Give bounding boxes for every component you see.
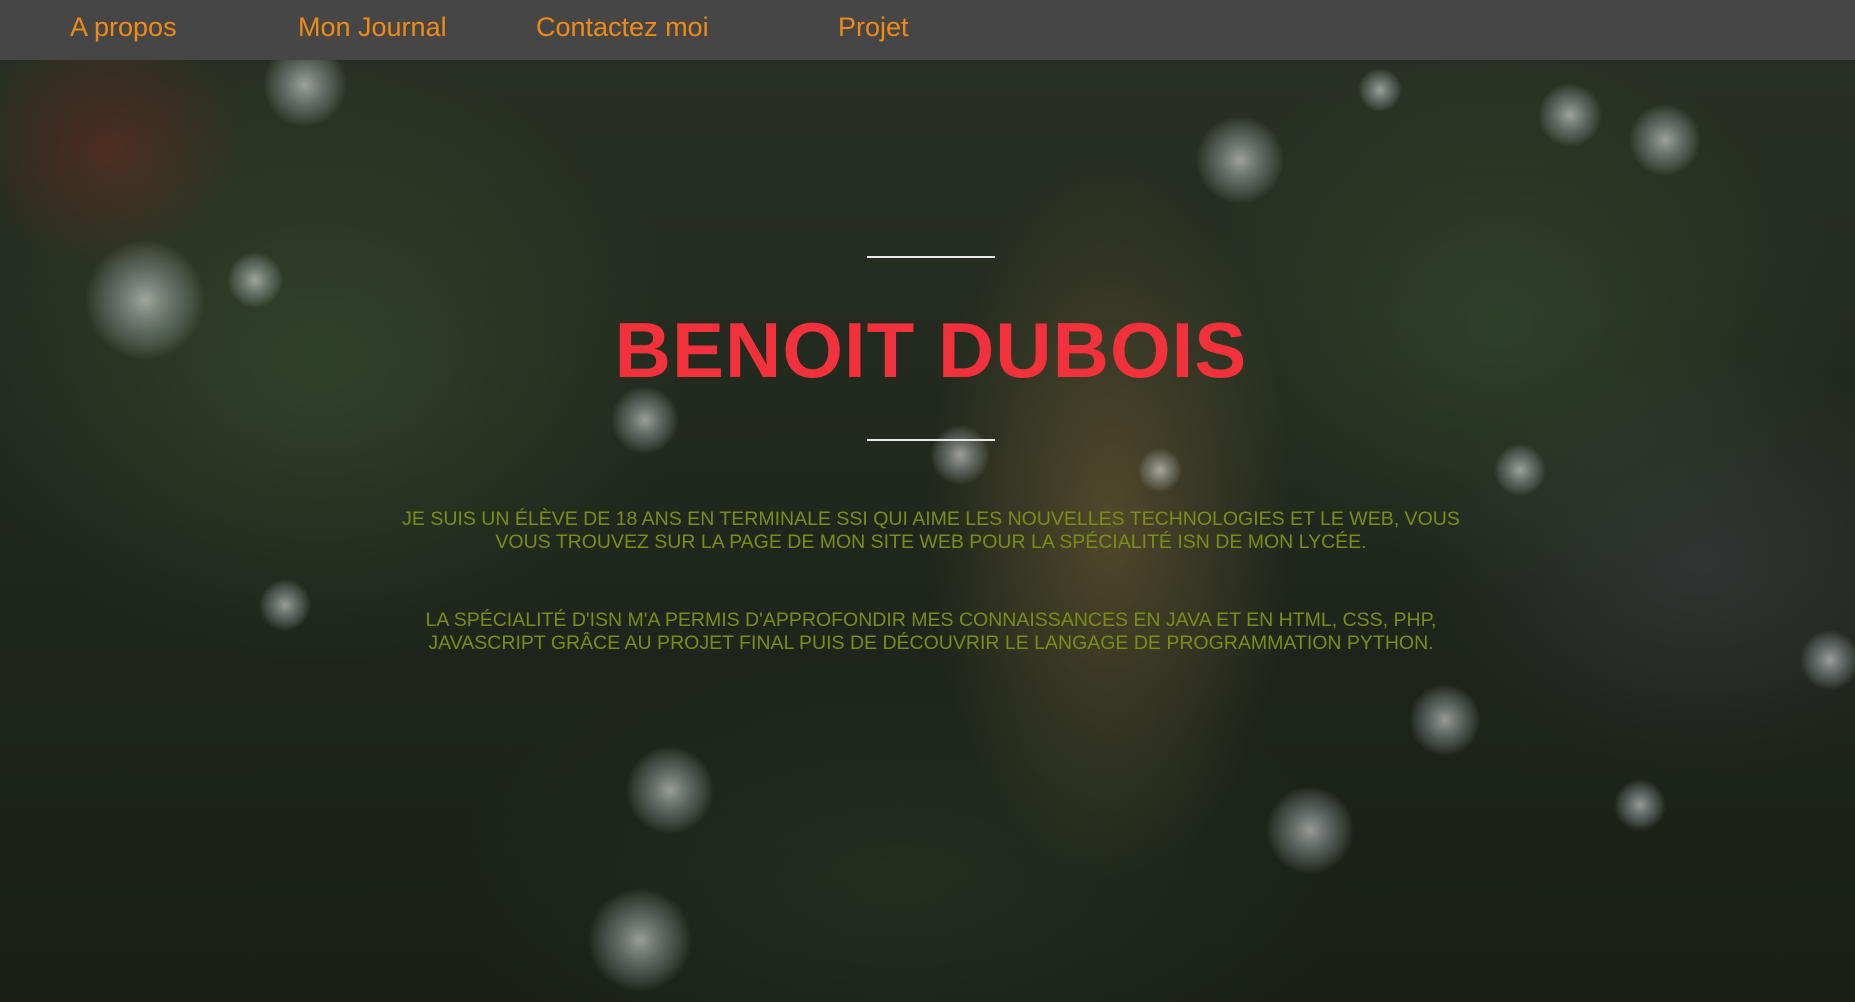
nav-link-mon-journal[interactable]: Mon Journal	[298, 12, 447, 43]
isn-paragraph-line-2: JAVASCRIPT GRÂCE AU PROJET FINAL PUIS DE…	[428, 632, 1434, 654]
isn-paragraph: LA SPÉCIALITÉ D'ISN M'A PERMIS D'APPROFO…	[0, 609, 1855, 655]
page-title: BENOIT DUBOIS	[614, 306, 1248, 394]
intro-paragraph-line-2: VOUS TROUVEZ SUR LA PAGE DE MON SITE WEB…	[495, 531, 1367, 553]
hero-section: BENOIT DUBOIS JE SUIS UN ÉLÈVE DE 18 ANS…	[0, 60, 1855, 1002]
intro-paragraph-line-1: JE SUIS UN ÉLÈVE DE 18 ANS EN TERMINALE …	[402, 508, 1460, 530]
title-divider-bottom	[867, 439, 995, 441]
intro-paragraph: JE SUIS UN ÉLÈVE DE 18 ANS EN TERMINALE …	[0, 508, 1855, 554]
title-divider-top	[867, 256, 995, 258]
nav-link-projet[interactable]: Projet	[838, 12, 909, 43]
isn-paragraph-line-1: LA SPÉCIALITÉ D'ISN M'A PERMIS D'APPROFO…	[425, 609, 1437, 631]
nav-link-a-propos[interactable]: A propos	[70, 12, 177, 43]
top-navigation-bar: A propos Mon Journal Contactez moi Proje…	[0, 0, 1855, 60]
nav-link-contactez-moi[interactable]: Contactez moi	[536, 12, 709, 43]
